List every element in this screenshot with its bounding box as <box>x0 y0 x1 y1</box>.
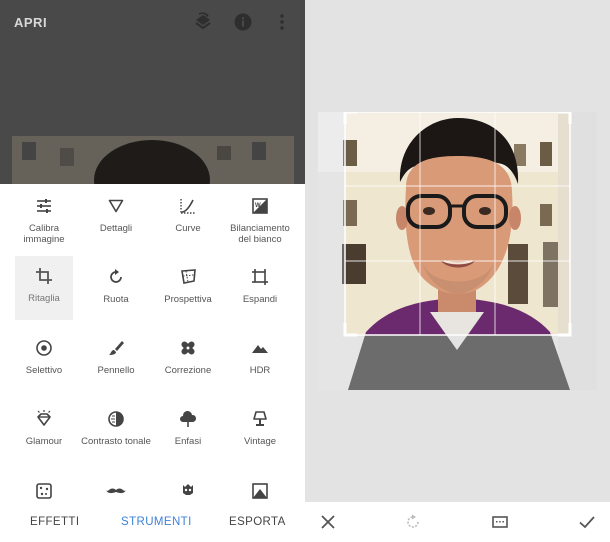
layers-icon[interactable] <box>193 12 213 32</box>
tool-contrasto-tonale[interactable]: Contrasto tonale <box>80 409 152 447</box>
editor-toolbar <box>305 502 610 542</box>
tool-dettagli[interactable]: Dettagli <box>80 196 152 234</box>
tool-noir[interactable] <box>224 481 296 501</box>
tool-label: Contrasto tonale <box>81 436 151 447</box>
tool-label: Dettagli <box>99 223 133 234</box>
expand-icon <box>252 269 268 285</box>
tool-bilanciamento-del-bianco[interactable]: W Bilanciamento del bianco <box>224 196 296 245</box>
tool-label: Espandi <box>242 294 278 305</box>
tool-label: Bilanciamento del bianco <box>230 223 290 245</box>
svg-text:W: W <box>255 203 261 209</box>
brush-icon <box>109 341 124 355</box>
skull-icon <box>183 484 193 495</box>
mountain-icon <box>252 345 268 353</box>
tool-label: Vintage <box>243 436 277 447</box>
open-button[interactable]: APRI <box>14 15 47 30</box>
tool-curve[interactable]: Curve <box>152 196 224 234</box>
tool-label: Pennello <box>97 365 135 376</box>
tool-glamour[interactable]: Glamour <box>8 409 80 447</box>
bandage-icon <box>181 341 195 355</box>
tool-label: Glamour <box>25 436 63 447</box>
diamond-icon <box>37 410 51 426</box>
white-balance-icon: W <box>252 198 268 214</box>
target-icon <box>36 340 52 356</box>
tools-panel: APRI Calibra immagine Dettagli Curve W B… <box>0 0 305 542</box>
close-icon[interactable] <box>319 513 337 531</box>
triangle-icon <box>108 199 124 213</box>
bottom-tabs: EFFETTI STRUMENTI ESPORTA <box>0 502 305 542</box>
grunge-icon <box>36 483 52 499</box>
tool-prospettiva[interactable]: Prospettiva <box>152 267 224 305</box>
tool-calibra-immagine[interactable]: Calibra immagine <box>8 196 80 245</box>
tool-label: Correzione <box>164 365 212 376</box>
tool-ritaglia[interactable]: Ritaglia <box>15 256 73 320</box>
tool-ruota[interactable]: Ruota <box>80 267 152 305</box>
tool-label: Ruota <box>103 294 129 305</box>
rotate-icon[interactable] <box>404 513 422 531</box>
tool-label: Prospettiva <box>164 294 212 305</box>
check-icon[interactable] <box>578 513 596 531</box>
tool-hdr[interactable]: HDR <box>224 338 296 376</box>
tab-effetti[interactable]: EFFETTI <box>30 516 79 528</box>
cloud-icon <box>180 410 197 427</box>
tool-mustache[interactable] <box>80 481 152 501</box>
tool-espandi[interactable]: Espandi <box>224 267 296 305</box>
more-vert-icon[interactable] <box>272 12 292 32</box>
tool-pennello[interactable]: Pennello <box>80 338 152 376</box>
tool-label: Ritaglia <box>28 293 60 304</box>
crop-canvas[interactable] <box>318 112 597 390</box>
tool-selettivo[interactable]: Selettivo <box>8 338 80 376</box>
tool-label: Enfasi <box>174 436 202 447</box>
tool-label: Curve <box>175 223 201 234</box>
noir-icon <box>252 483 268 499</box>
tool-skull[interactable] <box>152 481 224 501</box>
tool-label: Calibra immagine <box>23 223 65 245</box>
tools-grid: Calibra immagine Dettagli Curve W Bilanc… <box>0 184 305 502</box>
tool-correzione[interactable]: Correzione <box>152 338 224 376</box>
tool-label: Selettivo <box>25 365 63 376</box>
curve-icon <box>180 199 195 214</box>
sliders-icon <box>37 199 51 213</box>
tab-esporta[interactable]: ESPORTA <box>229 516 286 528</box>
tool-vintage[interactable]: Vintage <box>224 409 296 447</box>
top-bar: APRI <box>0 0 305 184</box>
tab-strumenti[interactable]: STRUMENTI <box>121 516 192 528</box>
aspect-ratio-icon[interactable] <box>491 513 509 531</box>
photo-preview <box>12 136 294 184</box>
tool-label: HDR <box>249 365 271 376</box>
rotate-icon <box>110 269 122 283</box>
tool-grunge[interactable] <box>8 481 80 501</box>
lamp-icon <box>253 411 267 426</box>
tool-enfasi[interactable]: Enfasi <box>152 409 224 447</box>
contrast-icon <box>108 411 124 427</box>
crop-icon <box>36 268 52 284</box>
perspective-icon <box>181 269 196 284</box>
info-icon[interactable] <box>233 12 253 32</box>
crop-editor <box>305 0 610 542</box>
mustache-icon <box>106 488 126 494</box>
